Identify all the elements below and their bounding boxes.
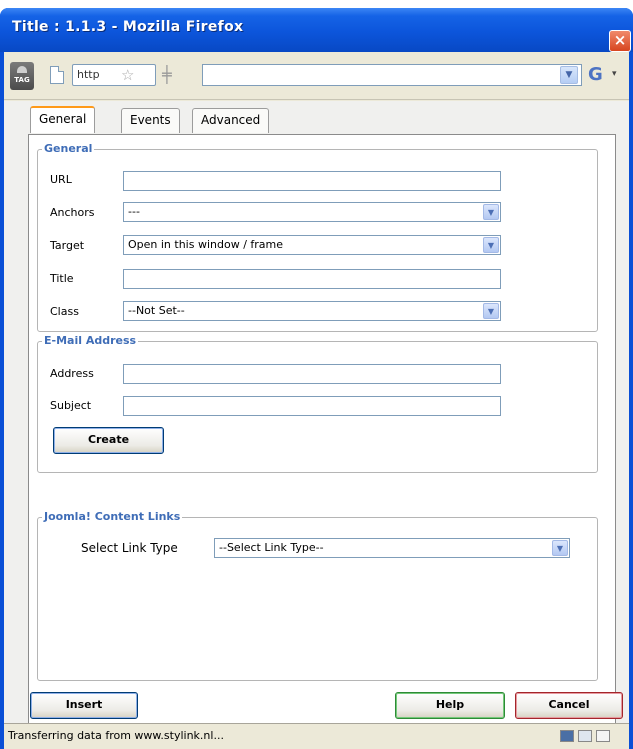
title-label: Title	[50, 272, 74, 285]
class-label: Class	[50, 305, 79, 318]
bookmark-star-icon[interactable]: ☆	[121, 66, 134, 84]
email-legend: E-Mail Address	[42, 334, 139, 347]
url-input[interactable]	[123, 171, 501, 191]
subject-input[interactable]	[123, 396, 501, 416]
title-input[interactable]	[123, 269, 501, 289]
address-label: Address	[50, 367, 94, 380]
address-input[interactable]	[123, 364, 501, 384]
help-button[interactable]: Help	[395, 692, 505, 719]
target-label: Target	[50, 239, 85, 252]
link-type-select-value: --Select Link Type--	[219, 541, 324, 554]
joomla-legend: Joomla! Content Links	[42, 510, 183, 523]
network-icon	[560, 730, 574, 742]
browser-window: Title : 1.1.3 - Mozilla Firefox × TAG ht…	[0, 8, 633, 749]
subject-label: Subject	[50, 399, 92, 412]
tab-events[interactable]: Events	[121, 108, 180, 133]
page-icon	[50, 66, 64, 84]
target-select-value: Open in this window / frame	[128, 238, 284, 251]
title-bar[interactable]: Title : 1.1.3 - Mozilla Firefox	[0, 8, 633, 52]
window-title: Title : 1.1.3 - Mozilla Firefox	[12, 19, 244, 35]
chevron-down-icon[interactable]: ▼	[483, 204, 499, 220]
url-dropdown-icon[interactable]: ▼	[560, 66, 578, 84]
navigation-toolbar: TAG http ☆ ╪ ▼ G ▾	[4, 52, 629, 100]
status-text: Transferring data from www.stylink.nl...	[8, 729, 224, 742]
site-identity: http ☆ ╪	[42, 64, 202, 88]
anchors-select[interactable]: --- ▼	[123, 202, 501, 222]
target-select[interactable]: Open in this window / frame ▼	[123, 235, 501, 255]
class-select[interactable]: --Not Set-- ▼	[123, 301, 501, 321]
chevron-down-icon[interactable]: ▼	[552, 540, 568, 556]
addon-icon	[578, 730, 592, 742]
create-button[interactable]: Create	[53, 427, 164, 454]
cancel-button[interactable]: Cancel	[515, 692, 623, 719]
status-bar: Transferring data from www.stylink.nl...	[4, 723, 629, 749]
close-window-button[interactable]: ×	[609, 30, 631, 52]
chevron-down-icon[interactable]: ▾	[612, 69, 617, 79]
chevron-down-icon[interactable]: ▼	[483, 303, 499, 319]
toolbar-grip-icon: ╪	[162, 65, 172, 84]
general-legend: General	[42, 142, 95, 155]
link-type-label: Select Link Type	[81, 541, 178, 555]
tab-general[interactable]: General	[30, 106, 96, 133]
protocol-text: http	[77, 68, 100, 81]
insert-button[interactable]: Insert	[30, 692, 138, 719]
mail-icon	[596, 730, 610, 742]
site-identity-box[interactable]: http ☆	[72, 64, 156, 86]
url-bar[interactable]	[202, 64, 582, 86]
anchors-select-value: ---	[128, 205, 140, 218]
link-type-select[interactable]: --Select Link Type-- ▼	[214, 538, 570, 558]
search-engine-icon[interactable]: G	[588, 64, 603, 85]
anchors-label: Anchors	[50, 206, 95, 219]
tab-advanced[interactable]: Advanced	[192, 108, 270, 133]
chevron-down-icon[interactable]: ▼	[483, 237, 499, 253]
class-select-value: --Not Set--	[128, 304, 185, 317]
window-content: TAG http ☆ ╪ ▼ G ▾ General Events Advanc…	[4, 52, 629, 749]
url-label: URL	[50, 173, 72, 186]
tag-icon[interactable]: TAG	[10, 62, 34, 90]
